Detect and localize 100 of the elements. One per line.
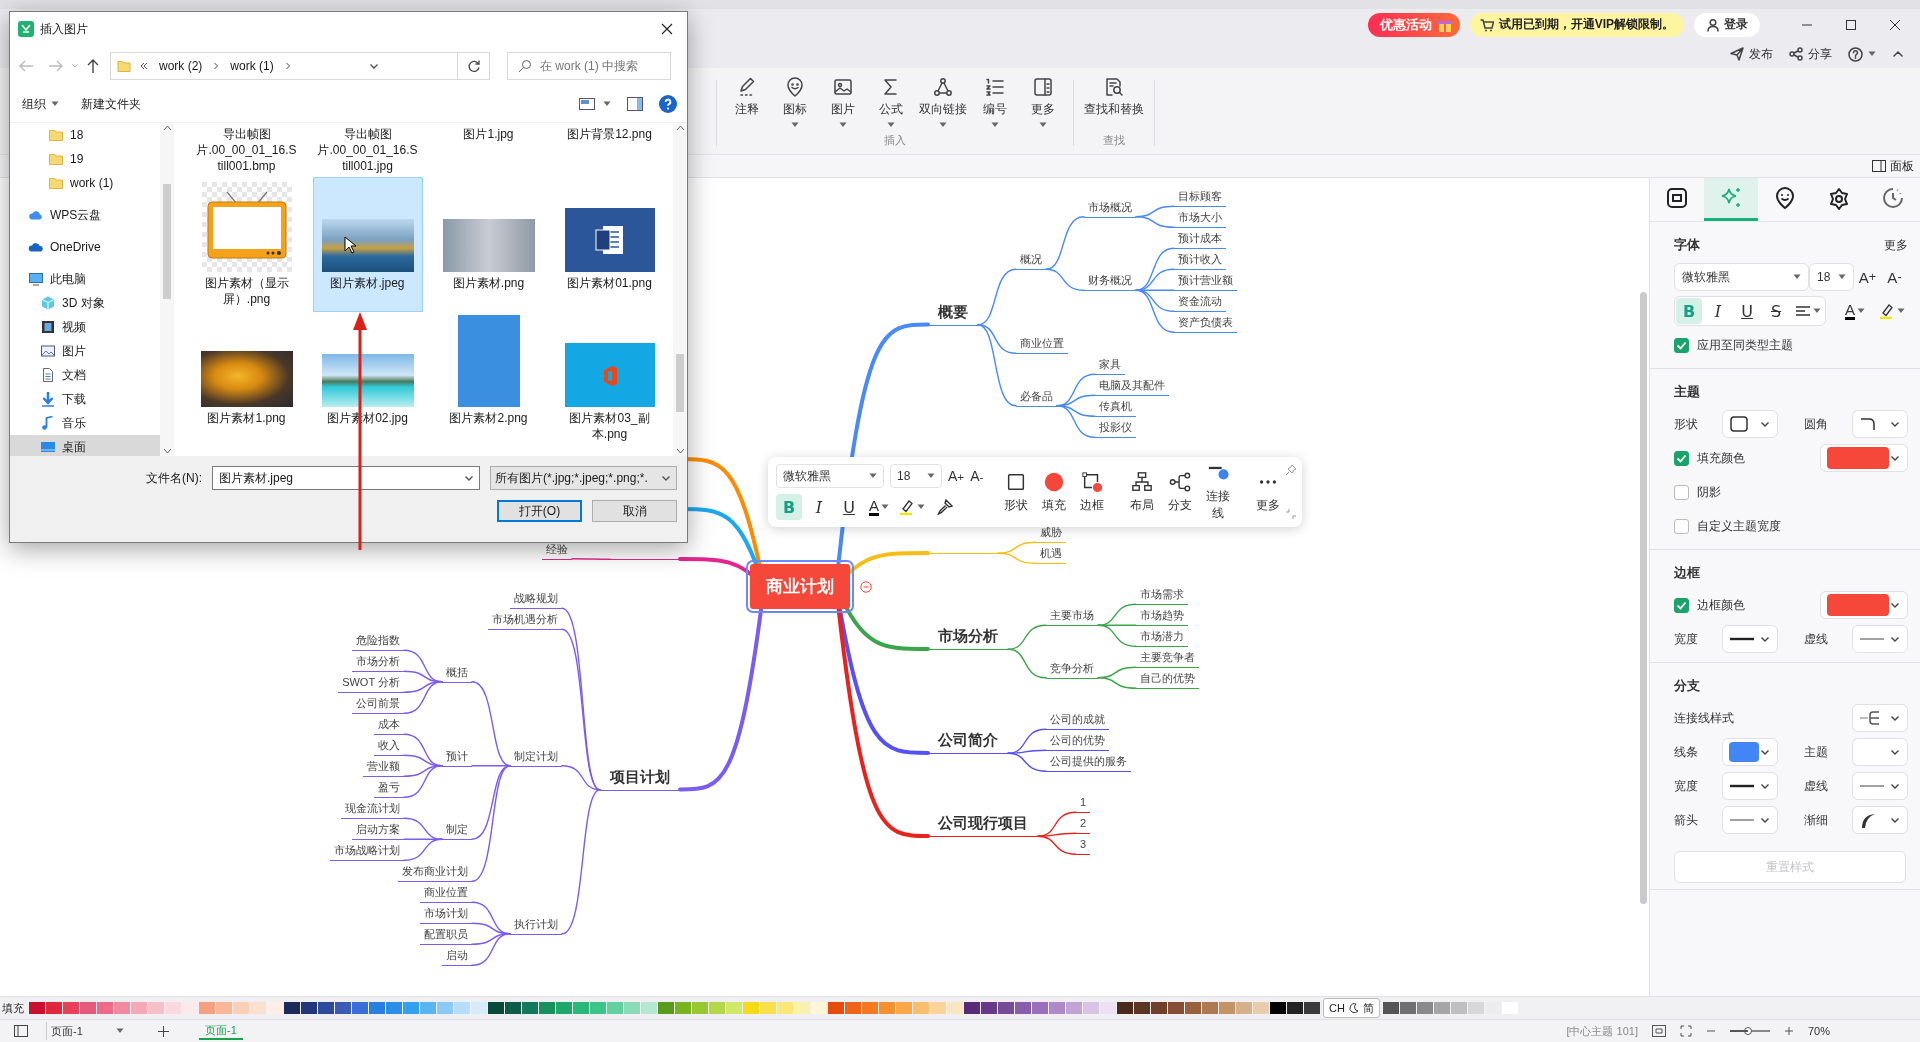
font-dropdown[interactable]: 微软雅黑 — [1674, 263, 1810, 291]
filename-field[interactable]: 图片素材.jpeg — [217, 470, 463, 486]
subtopic[interactable]: 市场机遇分析 — [488, 611, 562, 630]
subtopic[interactable]: 竞争分析 — [1046, 659, 1098, 679]
main-topic[interactable]: 项目计划 — [600, 765, 680, 791]
subtopic[interactable]: 市场战略计划 — [330, 842, 404, 861]
search-box[interactable]: 在 work (1) 中搜索 — [507, 52, 671, 80]
ribbon-button[interactable]: 编号 — [973, 76, 1017, 133]
font-color-button[interactable]: A — [866, 494, 892, 520]
ribbon-button[interactable]: 查找和替换 — [1082, 76, 1146, 133]
nav-item[interactable]: WPS云盘 — [10, 203, 160, 227]
subtopic[interactable]: 市场大小 — [1174, 209, 1226, 228]
subtopic[interactable]: 公司提供的服务 — [1046, 753, 1131, 772]
subtopic[interactable]: 2 — [1076, 815, 1091, 834]
subtopic[interactable]: 1 — [1076, 794, 1091, 813]
nav-item[interactable]: 图片 — [10, 339, 160, 363]
layout-button[interactable]: 布局 — [1125, 470, 1160, 514]
subtopic[interactable]: 自己的优势 — [1136, 670, 1199, 689]
panel-button[interactable]: 面板 — [1872, 157, 1914, 175]
fill-button[interactable]: 填充 — [1037, 470, 1072, 514]
subtopic[interactable]: 收入 — [374, 737, 404, 756]
subtopic[interactable]: 资产负债表 — [1174, 314, 1237, 333]
file-item[interactable]: 导出帧图片.00_00_01_16.Still001.jpg — [312, 123, 423, 177]
strikethrough-button[interactable]: S — [1763, 298, 1789, 324]
vip-notice-button[interactable]: 试用已到期，开通VIP解锁限制。 — [1469, 12, 1684, 37]
subtopic[interactable]: 公司的成就 — [1046, 711, 1109, 730]
file-item[interactable]: 图片背景12.png — [554, 123, 665, 177]
ribbon-button[interactable]: 更多 — [1021, 76, 1065, 133]
file-item[interactable]: 图片素材.jpeg — [312, 177, 423, 312]
more-link[interactable]: 更多 — [1884, 236, 1908, 254]
underline-button[interactable]: U — [836, 494, 862, 520]
subtopic[interactable]: 公司前景 — [352, 695, 404, 714]
subtopic[interactable]: 执行计划 — [510, 915, 562, 935]
subtopic[interactable]: 电脑及其配件 — [1095, 377, 1169, 396]
subtopic[interactable]: 主要市场 — [1046, 607, 1098, 626]
organize-button[interactable]: 组织 — [22, 95, 59, 113]
main-topic[interactable]: 公司简介 — [928, 729, 1008, 754]
nav-item[interactable]: 下载 — [10, 387, 160, 411]
font-color-button[interactable]: A — [1842, 298, 1868, 324]
shape-button[interactable]: 形状 — [999, 470, 1034, 514]
subtopic[interactable]: 市场概况 — [1084, 198, 1136, 218]
nav-item[interactable]: 18 — [10, 123, 160, 147]
subtopic[interactable]: 启动 — [442, 947, 472, 966]
nav-item[interactable]: 19 — [10, 147, 160, 171]
subtopic[interactable]: 启动方案 — [352, 821, 404, 840]
login-button[interactable]: 登录 — [1694, 12, 1760, 37]
new-folder-button[interactable]: 新建文件夹 — [81, 95, 141, 113]
subtopic[interactable]: 资金流动 — [1174, 293, 1226, 312]
italic-button[interactable]: I — [806, 494, 832, 520]
subtopic[interactable]: 配置职员 — [420, 926, 472, 945]
ribbon-button[interactable]: 图标 — [773, 76, 817, 133]
dialog-button[interactable]: 打开(O) — [497, 500, 582, 522]
subtopic[interactable]: 必备品 — [1016, 387, 1057, 407]
subtopic[interactable]: 成本 — [374, 716, 404, 735]
breadcrumb-link[interactable]: work (2) — [157, 59, 205, 73]
subtopic[interactable]: 盈亏 — [374, 779, 404, 798]
subtopic[interactable]: 预计 — [442, 747, 472, 767]
ribbon-button[interactable]: 注释 — [725, 76, 769, 133]
subtopic[interactable]: 主要竞争者 — [1136, 649, 1199, 668]
address-bar[interactable]: work (2) work (1) — [110, 52, 490, 80]
subtopic[interactable]: 传真机 — [1095, 398, 1136, 417]
subtopic[interactable]: 市场分析 — [352, 653, 404, 672]
nav-item[interactable]: work (1) — [10, 171, 160, 195]
file-item[interactable]: 图片素材03_副本.png — [554, 312, 665, 447]
subtopic[interactable]: 投影仪 — [1095, 419, 1136, 438]
file-item[interactable]: 图片素材1.png — [191, 312, 302, 447]
subtopic[interactable]: 3 — [1076, 836, 1091, 855]
nav-item[interactable]: OneDrive — [10, 235, 160, 259]
subtopic[interactable]: SWOT 分析 — [338, 674, 404, 693]
page-dropdown[interactable]: 页面-1 — [46, 1022, 128, 1040]
branch-button[interactable]: 分支 — [1163, 470, 1198, 514]
subtopic[interactable]: 公司的优势 — [1046, 732, 1109, 751]
subtopic[interactable]: 现金流计划 — [341, 800, 404, 819]
search-field[interactable]: 在 work (1) 中搜索 — [538, 58, 670, 74]
connector-button[interactable]: 连接线 — [1201, 462, 1236, 522]
subtopic[interactable]: 财务概况 — [1084, 272, 1136, 291]
subtopic[interactable]: 市场计划 — [420, 905, 472, 924]
file-item[interactable]: 图片素材2.png — [433, 312, 544, 447]
nav-item[interactable]: 此电脑 — [10, 267, 160, 291]
subtopic[interactable]: 市场需求 — [1136, 586, 1188, 605]
file-item[interactable]: 图片素材01.png — [554, 177, 665, 312]
subtopic[interactable]: 家具 — [1095, 356, 1125, 375]
subtopic[interactable]: 市场趋势 — [1136, 607, 1188, 626]
font-size-dropdown[interactable]: 18 — [1809, 263, 1854, 291]
file-item[interactable]: 图片1.jpg — [433, 123, 544, 177]
subtopic[interactable]: 预计收入 — [1174, 251, 1226, 270]
file-item[interactable]: 导出帧图片.00_00_01_16.Still001.bmp — [191, 123, 302, 177]
file-type-dropdown[interactable]: 所有图片(*.jpg;*.jpeg;*.png;*. — [490, 466, 677, 490]
ribbon-button[interactable]: 双向链接 — [917, 76, 969, 133]
subtopic[interactable]: 概括 — [442, 663, 472, 683]
subtopic[interactable]: 危险指数 — [352, 632, 404, 651]
subtopic[interactable]: 概况 — [1016, 251, 1046, 270]
dialog-button[interactable]: 取消 — [592, 500, 677, 522]
subtopic[interactable]: 制定 — [442, 821, 472, 840]
subtopic[interactable]: 制定计划 — [510, 747, 562, 767]
nav-item[interactable]: 桌面 — [10, 435, 160, 456]
subtopic[interactable]: 预计成本 — [1174, 230, 1226, 249]
subtopic[interactable]: 市场潜力 — [1136, 628, 1188, 647]
font-size-dropdown[interactable]: 18 — [890, 464, 942, 488]
border-button[interactable]: 边框 — [1075, 470, 1110, 514]
